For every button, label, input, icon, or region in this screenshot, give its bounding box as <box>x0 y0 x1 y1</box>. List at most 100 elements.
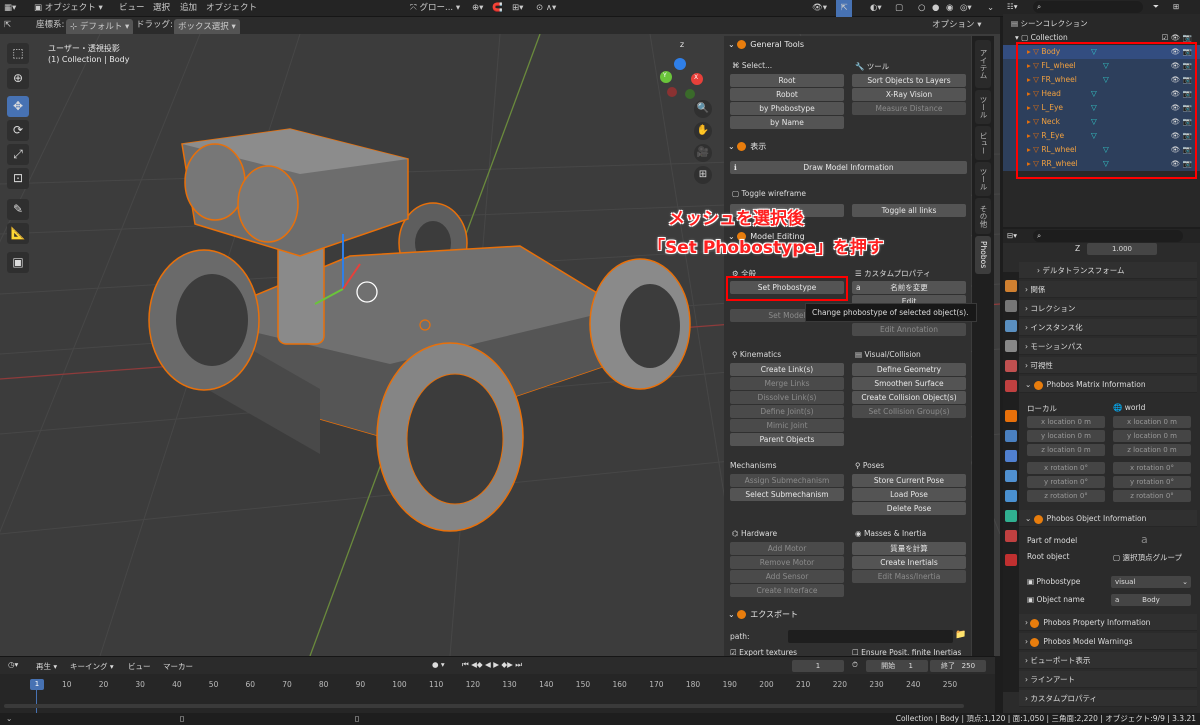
create-inertials-button[interactable]: Create Inertials <box>852 556 966 569</box>
scale-tool-icon[interactable]: ⤢ <box>7 144 29 165</box>
line-art-row[interactable]: › ラインアート <box>1019 671 1197 688</box>
remove-motor-button[interactable]: Remove Motor <box>730 556 844 569</box>
playhead[interactable]: 1 <box>30 679 44 690</box>
transform-orientation-dropdown[interactable]: ⤧ グロー... ▾ <box>410 0 460 17</box>
nav-neg-x-ball[interactable] <box>667 87 677 97</box>
define-geometry-button[interactable]: Define Geometry <box>852 363 966 376</box>
add-cube-tool-icon[interactable]: ▣ <box>7 252 29 273</box>
viewport-display-row[interactable]: › ビューポート表示 <box>1019 652 1197 669</box>
menu-add[interactable]: 追加 <box>180 0 197 17</box>
mimic-joint-button[interactable]: Mimic Joint <box>730 419 844 432</box>
clock-icon[interactable]: ⏱ <box>852 660 858 670</box>
delta-transform-row[interactable]: › デルタトランスフォーム <box>1019 262 1197 279</box>
shading-material-icon[interactable]: ◉ <box>946 0 953 17</box>
view-layer-tab-icon[interactable] <box>1005 340 1017 352</box>
snap-icon[interactable]: 🧲 <box>492 0 503 17</box>
outliner-type-icon[interactable]: ☷▾ <box>1007 0 1018 14</box>
transform-tool-icon[interactable]: ⊡ <box>7 168 29 189</box>
rotate-tool-icon[interactable]: ⟳ <box>7 120 29 141</box>
new-collection-icon[interactable]: ⊞ <box>1173 0 1179 14</box>
define-joints-button[interactable]: Define Joint(s) <box>730 405 844 418</box>
timeline-scrollbar[interactable] <box>4 704 964 708</box>
set-collision-group-button[interactable]: Set Collision Group(s) <box>852 405 966 418</box>
ensure-inertias-checkbox[interactable]: ☐ Ensure Posit. finite Inertias <box>852 648 961 656</box>
collections-row[interactable]: › コレクション <box>1019 300 1197 317</box>
edit-annotation-button[interactable]: Edit Annotation <box>852 323 966 336</box>
root-object-field[interactable]: ▢ 選択頂点グループ <box>1113 552 1182 563</box>
playback-menu[interactable]: 再生 ▾ <box>36 661 57 672</box>
nav-neg-y-ball[interactable] <box>685 89 695 99</box>
merge-links-button[interactable]: Merge Links <box>730 377 844 390</box>
data-tab-icon[interactable] <box>1005 510 1017 522</box>
custom-properties-row[interactable]: › カスタムプロパティ <box>1019 690 1197 707</box>
display-header[interactable]: ⌄ 表示 <box>724 139 971 155</box>
scene-tab-icon[interactable] <box>1005 360 1017 372</box>
tool-tab-icon[interactable] <box>1005 280 1017 292</box>
local-y-rotation[interactable]: y rotation 0° <box>1027 476 1105 488</box>
tab-view[interactable]: ビュー <box>975 126 991 160</box>
select-submechanism-button[interactable]: Select Submechanism <box>730 488 844 501</box>
properties-search-icon[interactable]: ⌕ <box>1033 230 1183 242</box>
menu-select[interactable]: 選択 <box>153 0 170 17</box>
load-pose-button[interactable]: Load Pose <box>852 488 966 501</box>
local-x-rotation[interactable]: x rotation 0° <box>1027 462 1105 474</box>
path-input[interactable] <box>788 630 953 643</box>
menu-view[interactable]: ビュー <box>119 0 145 17</box>
export-header[interactable]: ⌄ エクスポート <box>724 607 971 623</box>
matrix-info-header[interactable]: ⌄ Phobos Matrix Information <box>1019 376 1197 393</box>
measure-distance-button[interactable]: Measure Distance <box>852 102 966 115</box>
world-x-location[interactable]: x location 0 m <box>1113 416 1191 428</box>
playback-controls-icons[interactable]: ⏮ ◀◆ ◀ ▶ ◆▶ ⏭ <box>462 660 522 670</box>
eye-right[interactable] <box>237 165 299 243</box>
object-info-header[interactable]: ⌄ Phobos Object Information <box>1019 510 1197 527</box>
cursor-icon[interactable]: ⌄ <box>987 0 994 17</box>
editor-type-icon[interactable]: ▦▾ <box>4 0 16 17</box>
cursor-tool-icon[interactable]: ⊕ <box>7 68 29 89</box>
local-y-location[interactable]: y location 0 m <box>1027 430 1105 442</box>
select-by-name-button[interactable]: by Name <box>730 116 844 129</box>
calculate-mass-button[interactable]: 質量を計算 <box>852 542 966 555</box>
output-tab-icon[interactable] <box>1005 320 1017 332</box>
xray-icon[interactable]: ▢ <box>895 0 903 17</box>
add-motor-button[interactable]: Add Motor <box>730 542 844 555</box>
overlay-icon[interactable]: ◐▾ <box>870 0 882 17</box>
store-pose-button[interactable]: Store Current Pose <box>852 474 966 487</box>
world-x-rotation[interactable]: x rotation 0° <box>1113 462 1191 474</box>
sort-layers-button[interactable]: Sort Objects to Layers <box>852 74 966 87</box>
marker-menu[interactable]: マーカー <box>163 661 193 672</box>
world-y-location[interactable]: y location 0 m <box>1113 430 1191 442</box>
zoom-icon[interactable]: 🔍 <box>694 100 712 118</box>
texture-tab-icon[interactable] <box>1005 554 1017 566</box>
end-frame-field[interactable]: 終了 250 <box>930 660 986 672</box>
tab-tool[interactable]: ツール <box>975 90 991 124</box>
pivot-icon[interactable]: ⊕▾ <box>472 0 483 17</box>
visibility-icon[interactable]: 👁▾ <box>812 0 827 17</box>
world-z-rotation[interactable]: z rotation 0° <box>1113 490 1191 502</box>
shading-solid-icon[interactable]: ● <box>932 0 939 17</box>
model-warnings-header[interactable]: › Phobos Model Warnings <box>1019 633 1197 650</box>
mode-dropdown[interactable]: ▣ オブジェクト ▾ <box>34 0 103 17</box>
local-x-location[interactable]: x location 0 m <box>1027 416 1105 428</box>
select-tool-icon[interactable]: ⬚ <box>7 43 29 64</box>
annotate-tool-icon[interactable]: ✎ <box>7 199 29 220</box>
world-tab-icon[interactable] <box>1005 380 1017 392</box>
header-arrow-icon[interactable]: ⇱ <box>4 17 11 34</box>
edit-mass-inertia-button[interactable]: Edit Mass/Inertia <box>852 570 966 583</box>
add-sensor-button[interactable]: Add Sensor <box>730 570 844 583</box>
object-tab-icon[interactable] <box>1005 410 1017 422</box>
eye-left[interactable] <box>184 143 246 221</box>
instancing-row[interactable]: › インスタンス化 <box>1019 319 1197 336</box>
local-z-rotation[interactable]: z rotation 0° <box>1027 490 1105 502</box>
timeline-track[interactable]: 10 20 30 40 50 60 70 80 90 100 110 120 130 140 150 160 1… <box>0 674 995 714</box>
rename-button[interactable]: a 名前を変更 <box>852 281 966 294</box>
tab-phobos[interactable]: Phobos <box>975 236 991 274</box>
record-icon[interactable]: ● ▾ <box>432 660 445 669</box>
start-frame-field[interactable]: 開始 1 <box>866 660 928 672</box>
world-z-location[interactable]: z location 0 m <box>1113 444 1191 456</box>
assign-submechanism-button[interactable]: Assign Submechanism <box>730 474 844 487</box>
create-collision-button[interactable]: Create Collision Object(s) <box>852 391 966 404</box>
camera-icon[interactable]: 🎥 <box>694 144 712 162</box>
general-tools-header[interactable]: ⌄ General Tools <box>724 37 971 53</box>
menu-object[interactable]: オブジェクト <box>206 0 257 17</box>
create-interface-button[interactable]: Create Interface <box>730 584 844 597</box>
